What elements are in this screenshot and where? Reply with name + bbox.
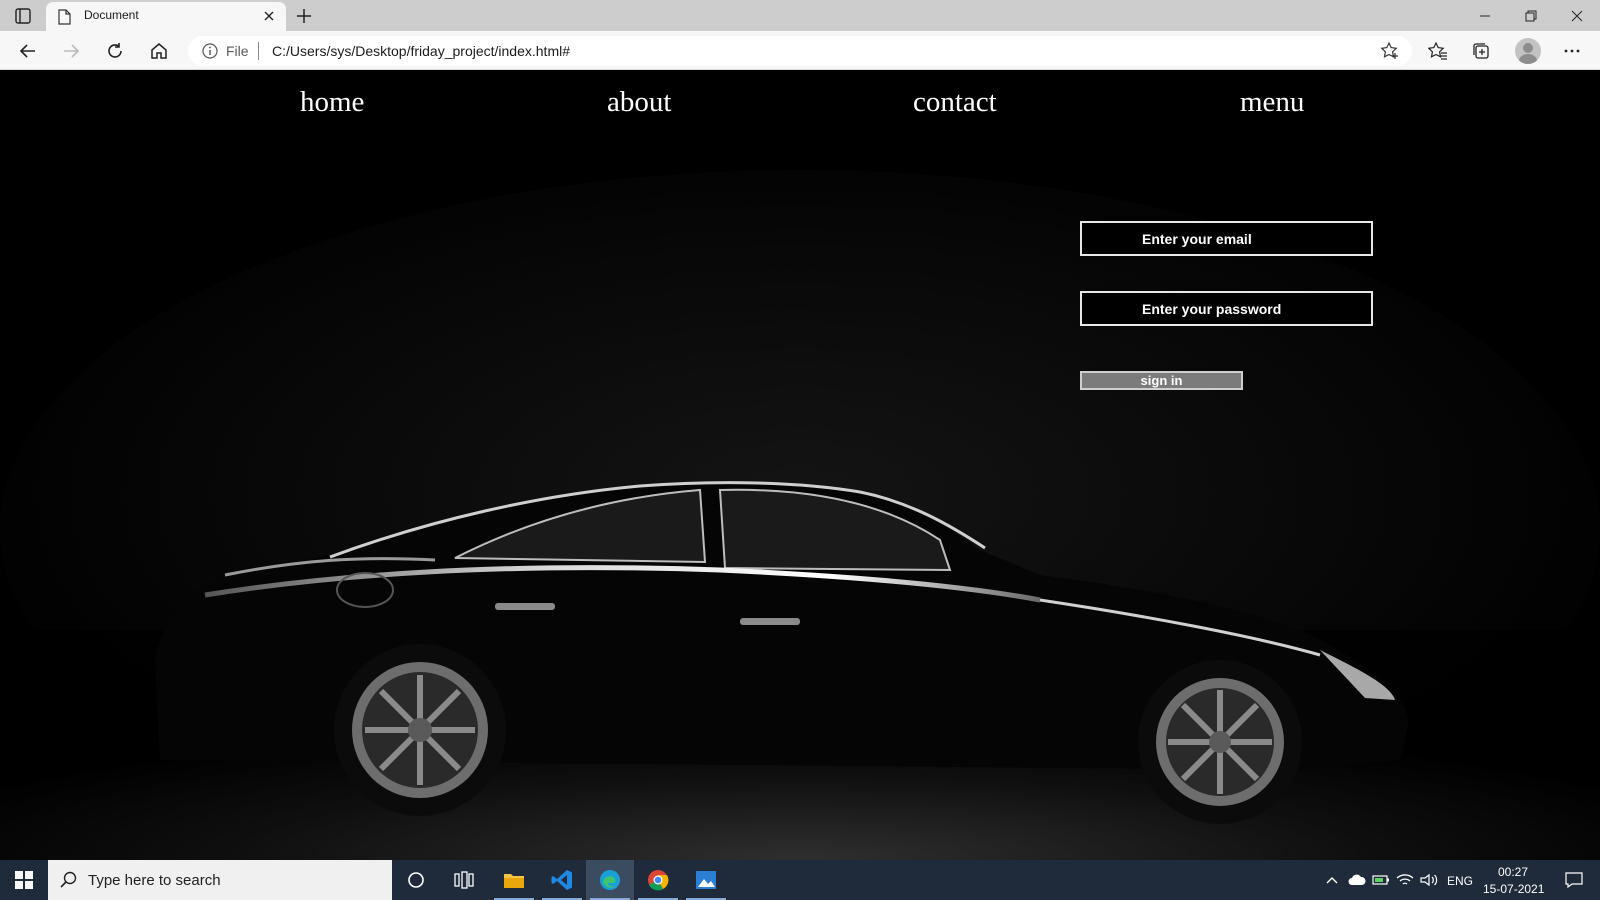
home-icon[interactable] bbox=[147, 39, 171, 63]
search-icon bbox=[60, 871, 78, 889]
favorites-icon[interactable] bbox=[1426, 39, 1450, 63]
nav-about-link[interactable]: about bbox=[607, 86, 671, 119]
volume-icon[interactable] bbox=[1418, 860, 1440, 900]
task-view-icon[interactable] bbox=[440, 860, 488, 900]
minimize-icon[interactable] bbox=[1462, 0, 1508, 31]
email-field[interactable] bbox=[1080, 221, 1373, 256]
password-field[interactable] bbox=[1080, 291, 1373, 326]
windows-start-icon[interactable] bbox=[0, 860, 48, 900]
document-icon bbox=[58, 9, 71, 25]
address-prefix: File bbox=[226, 43, 249, 59]
restore-icon[interactable] bbox=[1508, 0, 1554, 31]
back-icon[interactable] bbox=[16, 39, 40, 63]
wifi-icon[interactable] bbox=[1394, 860, 1416, 900]
browser-tab-strip: Document bbox=[0, 0, 1600, 31]
language-indicator[interactable]: ENG bbox=[1447, 874, 1473, 888]
file-explorer-icon[interactable] bbox=[490, 860, 538, 900]
nav-contact-link[interactable]: contact bbox=[913, 86, 997, 119]
windows-taskbar: Type here to search ENG 00:27 15-07-2021 bbox=[0, 860, 1600, 900]
sign-in-button[interactable]: sign in bbox=[1080, 371, 1243, 390]
refresh-icon[interactable] bbox=[103, 39, 127, 63]
photos-icon[interactable] bbox=[682, 860, 730, 900]
chevron-up-icon[interactable] bbox=[1322, 860, 1342, 900]
main-nav: home about contact menu bbox=[0, 86, 1600, 126]
taskbar-search-input[interactable]: Type here to search bbox=[48, 860, 392, 900]
profile-icon[interactable] bbox=[1515, 38, 1541, 64]
chrome-icon[interactable] bbox=[634, 860, 682, 900]
address-separator bbox=[258, 42, 259, 60]
nav-home-link[interactable]: home bbox=[300, 86, 364, 119]
web-page: home about contact menu sign in bbox=[0, 70, 1600, 860]
browser-toolbar: File C:/Users/sys/Desktop/friday_project… bbox=[0, 31, 1600, 70]
vscode-icon[interactable] bbox=[538, 860, 586, 900]
forward-icon[interactable] bbox=[59, 39, 83, 63]
close-icon[interactable] bbox=[262, 9, 276, 23]
address-bar[interactable]: File C:/Users/sys/Desktop/friday_project… bbox=[188, 36, 1412, 66]
more-icon[interactable] bbox=[1560, 39, 1584, 63]
clock-time[interactable]: 00:27 bbox=[1498, 865, 1528, 879]
add-favorite-icon[interactable] bbox=[1380, 41, 1400, 61]
cortana-icon[interactable] bbox=[392, 860, 440, 900]
collections-icon[interactable] bbox=[1469, 39, 1493, 63]
battery-icon[interactable] bbox=[1370, 860, 1392, 900]
info-icon[interactable] bbox=[202, 43, 218, 59]
notification-icon[interactable] bbox=[1556, 860, 1592, 900]
tab-actions-icon[interactable] bbox=[14, 7, 32, 25]
window-close-icon[interactable] bbox=[1554, 0, 1600, 31]
car-background-image bbox=[0, 70, 1600, 860]
edge-icon[interactable] bbox=[586, 860, 634, 900]
onedrive-icon[interactable] bbox=[1346, 860, 1368, 900]
clock-date[interactable]: 15-07-2021 bbox=[1483, 882, 1544, 896]
window-controls bbox=[1462, 0, 1600, 31]
search-placeholder: Type here to search bbox=[88, 872, 221, 889]
plus-icon[interactable] bbox=[294, 6, 314, 26]
url-text[interactable]: C:/Users/sys/Desktop/friday_project/inde… bbox=[272, 43, 570, 59]
browser-tab[interactable]: Document bbox=[46, 2, 286, 31]
nav-menu-link[interactable]: menu bbox=[1240, 86, 1304, 119]
tab-title: Document bbox=[84, 8, 139, 22]
